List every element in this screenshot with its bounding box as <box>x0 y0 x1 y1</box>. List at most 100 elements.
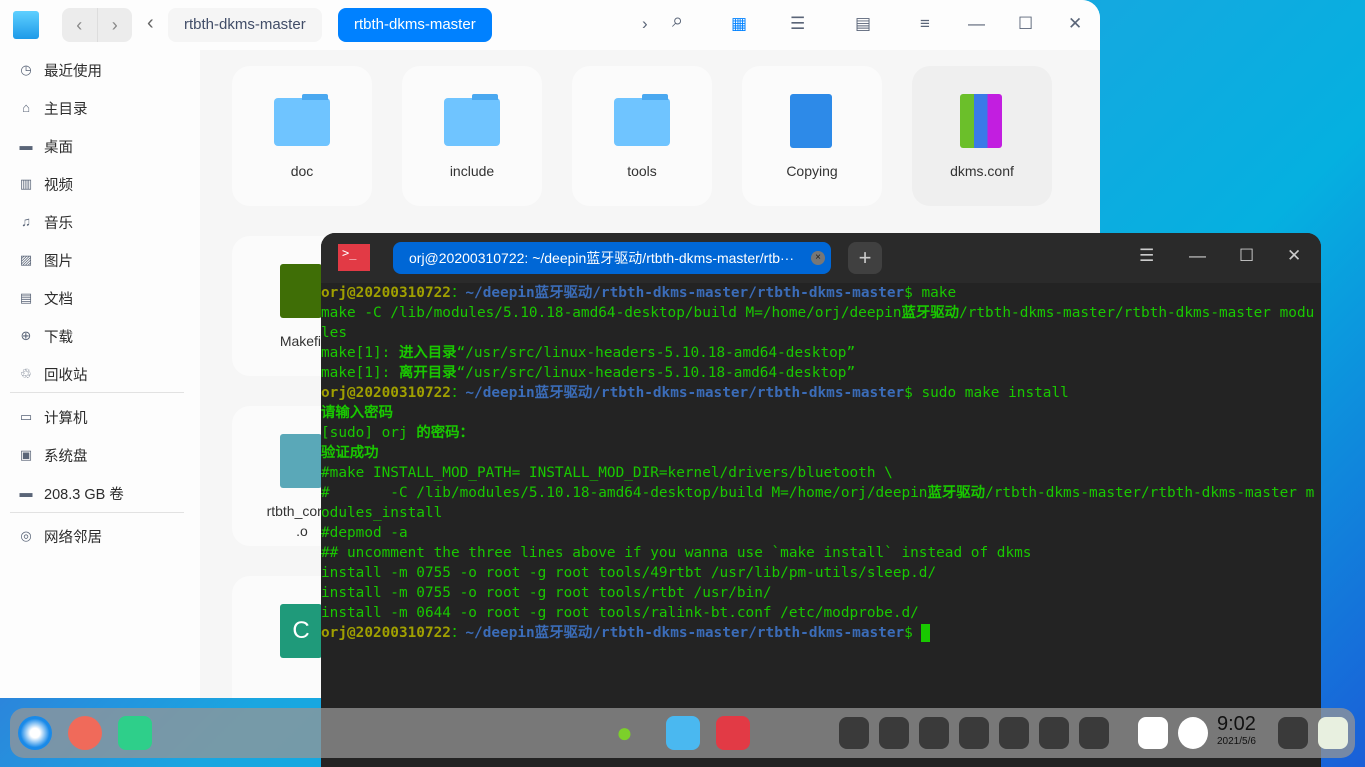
notification-bell-icon[interactable] <box>1278 717 1308 749</box>
terminal-dock-icon[interactable] <box>716 716 750 750</box>
terminal-text-segment: ~/deepin蓝牙驱动/rtbth-dkms-master/rtbth-dkm… <box>465 625 905 641</box>
terminal-line: install -m 0755 -o root -g root tools/rt… <box>321 583 1321 603</box>
file-item-copying[interactable]: Copying <box>742 66 882 206</box>
terminal-output[interactable]: orj@20200310722：~/deepin蓝牙驱动/rtbth-dkms-… <box>321 283 1321 643</box>
terminal-window[interactable]: >_ orj@20200310722: ~/deepin蓝牙驱动/rtbth-d… <box>321 233 1321 767</box>
terminal-line: # -C /lib/modules/5.10.18-amd64-desktop/… <box>321 483 1321 523</box>
expand-tray-icon[interactable] <box>1079 717 1109 749</box>
terminal-app-icon: >_ <box>338 244 370 271</box>
sidebar-item-music[interactable]: ♫ 音乐 <box>18 210 73 234</box>
show-desktop-icon[interactable] <box>118 716 152 750</box>
terminal-line: #depmod -a <box>321 523 1321 543</box>
terminal-text-segment: $ <box>904 625 922 641</box>
computer-icon: ▭ <box>19 409 33 424</box>
terminal-text-segment: ## uncomment the three lines above if yo… <box>321 545 1032 561</box>
breadcrumb-item[interactable]: rtbth-dkms-master <box>168 8 322 42</box>
menu-button[interactable]: ≡ <box>920 14 930 34</box>
file-item-dkms-conf[interactable]: dkms.conf <box>912 66 1052 206</box>
search-icon[interactable]: ⌕ <box>672 10 683 33</box>
terminal-text-segment: 请输入密码 <box>321 405 393 421</box>
wifi-icon[interactable] <box>999 717 1029 749</box>
back-button[interactable]: ‹ <box>62 8 98 42</box>
terminal-tab[interactable]: orj@20200310722: ~/deepin蓝牙驱动/rtbth-dkms… <box>393 242 831 274</box>
sidebar-item-videos[interactable]: ▥ 视频 <box>18 172 73 196</box>
trash-icon: ♲ <box>20 366 32 381</box>
terminal-text-segment: [sudo] orj <box>321 425 417 441</box>
list-view-button[interactable]: ☰ <box>790 14 805 34</box>
tab-close-icon[interactable]: × <box>811 251 825 265</box>
sidebar-divider <box>10 392 184 393</box>
folder-icon <box>444 94 500 146</box>
volume-icon[interactable] <box>959 717 989 749</box>
sidebar-item-documents[interactable]: ▤ 文档 <box>18 286 73 310</box>
battery-icon[interactable] <box>1039 717 1069 749</box>
terminal-text-segment: make[1]: <box>321 345 399 361</box>
sidebar-item-computer[interactable]: ▭ 计算机 <box>18 405 88 429</box>
minimize-button[interactable]: — <box>968 14 985 34</box>
sidebar-item-home[interactable]: ⌂ 主目录 <box>18 96 87 120</box>
terminal-text-segment: # -C /lib/modules/5.10.18-amd64-desktop/… <box>321 485 928 501</box>
terminal-text-segment: $ sudo make install <box>904 385 1069 401</box>
dock: ● 9:02 2021/5/6 <box>10 708 1355 758</box>
terminal-close-button[interactable]: ✕ <box>1287 246 1301 266</box>
sidebar-item-downloads[interactable]: ⊕ 下载 <box>18 324 73 348</box>
wechat-tray-icon[interactable] <box>839 717 869 749</box>
power-icon[interactable] <box>1178 717 1208 749</box>
terminal-text-segment: ： <box>450 625 466 641</box>
terminal-text-segment: make[1]: <box>321 365 399 381</box>
trash-dock-icon[interactable] <box>1318 717 1348 749</box>
breadcrumb-scroll-right[interactable]: › <box>642 14 648 34</box>
forward-button[interactable]: › <box>98 8 133 42</box>
file-item-tools[interactable]: tools <box>572 66 712 206</box>
terminal-maximize-button[interactable]: ☐ <box>1239 246 1254 266</box>
terminal-minimize-button[interactable]: — <box>1189 246 1206 266</box>
sidebar-item-system-disk[interactable]: ▣ 系统盘 <box>18 443 88 467</box>
sidebar-item-network[interactable]: ◎ 网络邻居 <box>18 524 102 548</box>
file-item-doc[interactable]: doc <box>232 66 372 206</box>
bluetooth-icon[interactable] <box>919 717 949 749</box>
keyboard-icon[interactable] <box>879 717 909 749</box>
terminal-line: make -C /lib/modules/5.10.18-amd64-deskt… <box>321 303 1321 343</box>
multitask-view-icon[interactable] <box>68 716 102 750</box>
terminal-text-segment: 验证成功 <box>321 445 379 461</box>
file-manager-dock-icon[interactable] <box>666 716 700 750</box>
terminal-text-segment: #depmod -a <box>321 525 408 541</box>
detail-view-button[interactable]: ▤ <box>855 14 871 34</box>
drive-icon: ▬ <box>19 485 33 500</box>
terminal-text-segment: install -m 0755 -o root -g root tools/49… <box>321 565 937 581</box>
terminal-cursor <box>921 624 931 642</box>
breadcrumb-scroll-left[interactable]: ‹ <box>147 12 154 35</box>
launcher-icon[interactable] <box>18 716 52 750</box>
network-icon: ◎ <box>20 528 32 543</box>
wechat-icon[interactable]: ● <box>616 716 650 750</box>
add-tab-button[interactable]: + <box>848 242 882 274</box>
terminal-line: orj@20200310722：~/deepin蓝牙驱动/rtbth-dkms-… <box>321 623 1321 643</box>
terminal-menu-button[interactable]: ☰ <box>1139 246 1154 266</box>
file-manager-app-icon <box>13 11 39 39</box>
sidebar-item-desktop[interactable]: ▬ 桌面 <box>18 134 74 158</box>
terminal-line: 验证成功 <box>321 443 1321 463</box>
maximize-button[interactable]: ☐ <box>1018 14 1033 34</box>
sidebar-item-recent[interactable]: ◷ 最近使用 <box>18 58 102 82</box>
music-icon: ♫ <box>21 214 31 229</box>
breadcrumb-item-current[interactable]: rtbth-dkms-master <box>338 8 492 42</box>
terminal-line: install -m 0755 -o root -g root tools/49… <box>321 563 1321 583</box>
file-item-include[interactable]: include <box>402 66 542 206</box>
sidebar: ◷ 最近使用 ⌂ 主目录 ▬ 桌面 ▥ 视频 ♫ 音乐 ▨ 图片 ▤ 文档 ⊕ 下载 ♲ 回收站 … <box>0 50 200 698</box>
terminal-text-segment: install -m 0755 -o root -g root tools/rt… <box>321 585 772 601</box>
terminal-text-segment: make -C /lib/modules/5.10.18-amd64-deskt… <box>321 305 902 321</box>
sidebar-item-trash[interactable]: ♲ 回收站 <box>18 362 87 386</box>
terminal-titlebar: >_ orj@20200310722: ~/deepin蓝牙驱动/rtbth-d… <box>321 233 1321 283</box>
onscreen-keyboard-icon[interactable] <box>1138 717 1168 749</box>
icon-view-button[interactable]: ▦ <box>731 14 747 34</box>
terminal-text-segment: 蓝牙驱动 <box>901 305 960 321</box>
terminal-text-segment: ~/deepin蓝牙驱动/rtbth-dkms-master/rtbth-dkm… <box>465 285 905 301</box>
terminal-text-segment: “/usr/src/linux-headers-5.10.18-amd64-de… <box>456 345 856 361</box>
sidebar-item-volume[interactable]: ▬ 208.3 GB 卷 <box>18 481 124 505</box>
desktop-icon: ▬ <box>19 138 33 153</box>
clock[interactable]: 9:02 2021/5/6 <box>1217 713 1256 747</box>
terminal-text-segment: 的密码： <box>416 425 474 441</box>
close-button[interactable]: ✕ <box>1068 14 1082 34</box>
sidebar-item-pictures[interactable]: ▨ 图片 <box>18 248 73 272</box>
terminal-text-segment: ： <box>450 385 466 401</box>
